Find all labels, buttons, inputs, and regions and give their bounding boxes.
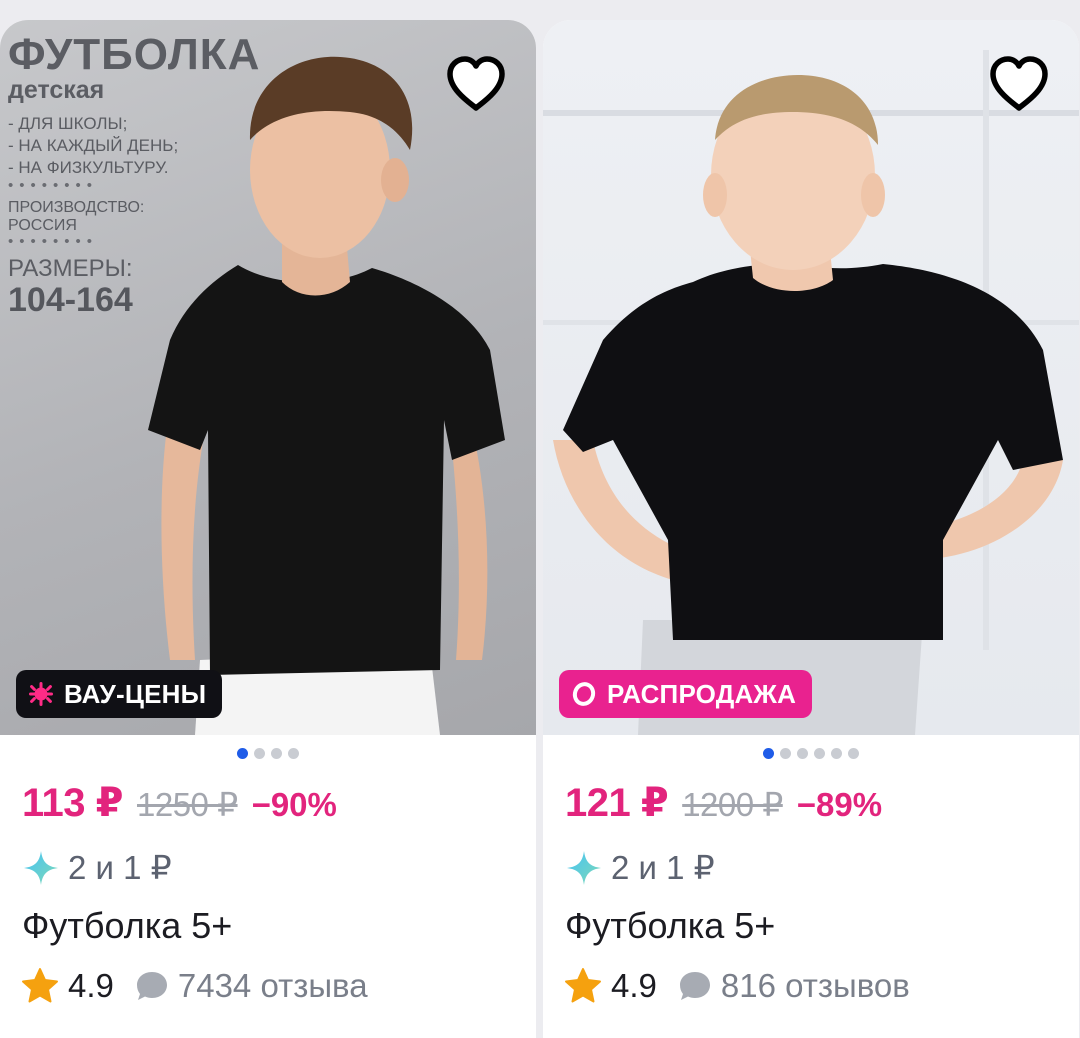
gallery-dot[interactable]: [814, 748, 825, 759]
product-title[interactable]: Футболка 5+: [22, 905, 232, 947]
discount-percent: −89%: [796, 786, 883, 823]
bonus-text: 2 и 1 ₽: [611, 849, 715, 886]
reviews-count: 816 отзывов: [720, 967, 910, 1004]
product-card[interactable]: ФУТБОЛКА детская - ДЛЯ ШКОЛЫ; - НА КАЖДЫ…: [0, 20, 536, 1038]
current-price: 113 ₽: [22, 781, 123, 825]
caption-sizes-value: 104-164: [8, 281, 133, 319]
splash-icon: [28, 681, 54, 707]
rating-value: 4.9: [611, 967, 657, 1004]
promo-badge: РАСПРОДАЖА: [559, 670, 813, 718]
heart-icon: [447, 56, 505, 111]
sparkle-icon: [24, 850, 58, 885]
gallery-dot[interactable]: [848, 748, 859, 759]
caption-divider: ••••••••: [8, 177, 99, 194]
caption-subtitle: детская: [8, 76, 105, 104]
caption-sizes-label: РАЗМЕРЫ:: [8, 255, 133, 282]
current-price: 121 ₽: [565, 781, 669, 825]
star-icon: [565, 968, 601, 1003]
favorite-button[interactable]: [987, 54, 1051, 114]
product-photo[interactable]: ФУТБОЛКА детская - ДЛЯ ШКОЛЫ; - НА КАЖДЫ…: [0, 20, 536, 735]
favorite-button[interactable]: [444, 54, 508, 114]
product-image: [543, 50, 1079, 735]
gallery-dots[interactable]: [0, 748, 536, 759]
gallery-dot[interactable]: [763, 748, 774, 759]
gallery-dot[interactable]: [254, 748, 265, 759]
price-row: 121 ₽ 1200 ₽ −89%: [565, 780, 882, 826]
gallery-dot[interactable]: [831, 748, 842, 759]
bonus-row: 2 и 1 ₽: [565, 848, 715, 887]
gallery-dot[interactable]: [797, 748, 808, 759]
gallery-dot[interactable]: [237, 748, 248, 759]
rating-row[interactable]: 4.9 7434 отзыва: [20, 966, 368, 1006]
caption-title: ФУТБОЛКА: [8, 30, 261, 79]
sparkle-icon: [567, 850, 601, 885]
old-price: 1250 ₽: [136, 786, 238, 823]
bonus-text: 2 и 1 ₽: [68, 849, 172, 886]
ring-icon: [571, 681, 597, 707]
caption-list-item: - НА КАЖДЫЙ ДЕНЬ;: [8, 136, 179, 155]
discount-percent: −90%: [251, 786, 337, 823]
comment-icon: [679, 972, 710, 1000]
product-photo[interactable]: РАСПРОДАЖА: [543, 20, 1079, 735]
comment-icon: [136, 972, 167, 1000]
heart-icon: [990, 56, 1048, 111]
price-row: 113 ₽ 1250 ₽ −90%: [22, 780, 337, 826]
product-card[interactable]: РАСПРОДАЖА 121 ₽ 1200 ₽ −89% 2 и 1 ₽ Фут…: [543, 20, 1079, 1038]
bonus-row: 2 и 1 ₽: [22, 848, 172, 887]
product-title[interactable]: Футболка 5+: [565, 905, 775, 947]
caption-list-item: - НА ФИЗКУЛЬТУРУ.: [8, 158, 169, 177]
badge-label: РАСПРОДАЖА: [607, 678, 797, 709]
gallery-dot[interactable]: [271, 748, 282, 759]
rating-row[interactable]: 4.9 816 отзывов: [563, 966, 910, 1006]
star-icon: [22, 968, 58, 1003]
rating-value: 4.9: [68, 967, 114, 1004]
reviews-count: 7434 отзыва: [177, 967, 368, 1004]
caption-divider: ••••••••: [8, 233, 99, 250]
photo-caption: ФУТБОЛКА детская - ДЛЯ ШКОЛЫ; - НА КАЖДЫ…: [8, 30, 260, 320]
gallery-dot[interactable]: [780, 748, 791, 759]
badge-label: ВАУ-ЦЕНЫ: [64, 678, 207, 709]
caption-production-label: ПРОИЗВОДСТВО:: [8, 199, 145, 216]
promo-badge: ВАУ-ЦЕНЫ: [16, 670, 223, 718]
old-price: 1200 ₽: [682, 786, 783, 823]
gallery-dot[interactable]: [288, 748, 299, 759]
gallery-dots[interactable]: [543, 748, 1079, 759]
caption-list-item: - ДЛЯ ШКОЛЫ;: [8, 114, 128, 133]
